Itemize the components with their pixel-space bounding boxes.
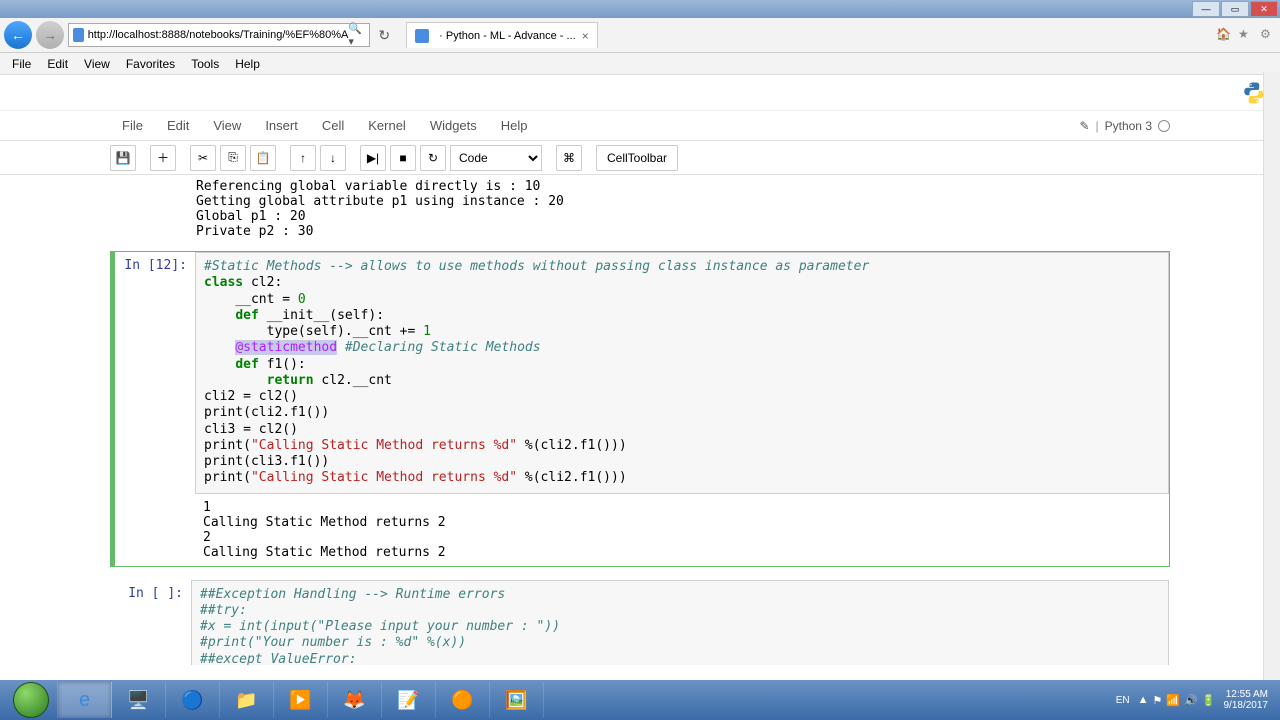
move-up-button[interactable]: ↑ — [290, 145, 316, 171]
page-icon — [73, 28, 84, 42]
menu-help[interactable]: Help — [227, 57, 268, 71]
nb-menu-insert[interactable]: Insert — [253, 118, 310, 133]
copy-button[interactable]: ⎘ — [220, 145, 246, 171]
browser-tab[interactable]: · Python - ML - Advance - ... × — [406, 22, 598, 48]
tray-lang[interactable]: EN — [1116, 695, 1130, 706]
vertical-scrollbar[interactable] — [1263, 72, 1280, 680]
nb-menu-edit[interactable]: Edit — [155, 118, 201, 133]
taskbar-jupyter[interactable]: 🟠 — [436, 682, 490, 718]
code-cell[interactable]: In [12]: #Static Methods --> allows to u… — [110, 251, 1170, 567]
cut-button[interactable]: ✂ — [190, 145, 216, 171]
taskbar-app[interactable]: 🖼️ — [490, 682, 544, 718]
command-palette-button[interactable]: ⌘ — [556, 145, 582, 171]
taskbar-mediaplayer[interactable]: ▶️ — [274, 682, 328, 718]
save-button[interactable]: 💾 — [110, 145, 136, 171]
taskbar-explorer[interactable]: 📁 — [220, 682, 274, 718]
taskbar-firefox[interactable]: 🦊 — [328, 682, 382, 718]
menu-view[interactable]: View — [76, 57, 118, 71]
celltype-select[interactable]: Code — [450, 145, 542, 171]
browser-nav-bar: ← → http://localhost:8888/notebooks/Trai… — [0, 18, 1280, 53]
close-button[interactable]: ✕ — [1250, 1, 1278, 17]
input-prompt: In [12]: — [115, 252, 195, 566]
notebook-header — [0, 75, 1280, 111]
move-down-button[interactable]: ↓ — [320, 145, 346, 171]
address-bar[interactable]: http://localhost:8888/notebooks/Training… — [68, 23, 370, 47]
kernel-indicator-icon — [1158, 120, 1170, 132]
tray-icons[interactable]: ▲ ⚑ 📶 🔊 🔋 — [1138, 694, 1216, 707]
code-input[interactable]: #Static Methods --> allows to use method… — [195, 252, 1169, 494]
home-icon[interactable]: 🏠 — [1216, 27, 1232, 43]
favorites-icon[interactable]: ★ — [1238, 27, 1254, 43]
menu-edit[interactable]: Edit — [39, 57, 76, 71]
start-button[interactable] — [4, 682, 58, 718]
taskbar-notes[interactable]: 📝 — [382, 682, 436, 718]
tray-up-icon[interactable]: ▲ — [1138, 694, 1149, 706]
windows-taskbar: e 🖥️ 🔵 📁 ▶️ 🦊 📝 🟠 🖼️ EN ▲ ⚑ 📶 🔊 🔋 12:55 … — [0, 680, 1280, 720]
taskbar-ie[interactable]: e — [58, 682, 112, 718]
cell-output: 1 Calling Static Method returns 2 2 Call… — [195, 494, 1169, 566]
run-button[interactable]: ▶| — [360, 145, 386, 171]
menu-tools[interactable]: Tools — [183, 57, 227, 71]
stop-button[interactable]: ■ — [390, 145, 416, 171]
taskbar-chrome[interactable]: 🔵 — [166, 682, 220, 718]
tools-icon[interactable]: ⚙ — [1260, 27, 1276, 43]
tray-volume-icon[interactable]: 🔊 — [1184, 694, 1198, 707]
tab-favicon — [415, 29, 429, 43]
menu-file[interactable]: File — [4, 57, 39, 71]
nb-menu-file[interactable]: File — [110, 118, 155, 133]
nb-menu-view[interactable]: View — [201, 118, 253, 133]
url-text: http://localhost:8888/notebooks/Training… — [88, 29, 349, 41]
input-prompt: In [ ]: — [111, 580, 191, 666]
minimize-button[interactable]: — — [1192, 1, 1220, 17]
tray-network-icon[interactable]: 📶 — [1166, 694, 1180, 707]
notebook-content[interactable]: Referencing global variable directly is … — [0, 175, 1280, 665]
prev-cell-output: Referencing global variable directly is … — [110, 175, 1170, 251]
tray-flag-icon[interactable]: ⚑ — [1153, 694, 1163, 707]
taskbar-monitor[interactable]: 🖥️ — [112, 682, 166, 718]
maximize-button[interactable]: ▭ — [1221, 1, 1249, 17]
tab-close-icon[interactable]: × — [582, 29, 589, 43]
edit-icon[interactable]: ✎ — [1079, 119, 1089, 133]
nb-menu-kernel[interactable]: Kernel — [356, 118, 418, 133]
forward-button[interactable]: → — [36, 21, 64, 49]
nb-menu-widgets[interactable]: Widgets — [418, 118, 489, 133]
code-input[interactable]: ##Exception Handling --> Runtime errors … — [191, 580, 1169, 666]
menu-favorites[interactable]: Favorites — [118, 57, 183, 71]
paste-button[interactable]: 📋 — [250, 145, 276, 171]
window-titlebar: — ▭ ✕ — [0, 0, 1280, 18]
notebook-toolbar: 💾 ＋ ✂ ⎘ 📋 ↑ ↓ ▶| ■ ↻ Code ⌘ CellToolbar — [0, 141, 1280, 175]
nb-menu-help[interactable]: Help — [489, 118, 540, 133]
add-cell-button[interactable]: ＋ — [150, 145, 176, 171]
nb-menu-cell[interactable]: Cell — [310, 118, 356, 133]
back-button[interactable]: ← — [4, 21, 32, 49]
notebook-menu-bar: File Edit View Insert Cell Kernel Widget… — [0, 111, 1280, 141]
tab-title: · Python - ML - Advance - ... — [439, 30, 576, 42]
tray-clock[interactable]: 12:55 AM 9/18/2017 — [1224, 689, 1269, 712]
celltoolbar-button[interactable]: CellToolbar — [596, 145, 678, 171]
search-dropdown-icon[interactable]: 🔍 ▾ — [348, 22, 365, 48]
refresh-button[interactable]: ↻ — [374, 27, 394, 44]
browser-menu-bar: File Edit View Favorites Tools Help — [0, 53, 1280, 75]
code-cell[interactable]: In [ ]: ##Exception Handling --> Runtime… — [110, 579, 1170, 666]
tray-battery-icon[interactable]: 🔋 — [1202, 694, 1216, 707]
restart-button[interactable]: ↻ — [420, 145, 446, 171]
kernel-name[interactable]: Python 3 — [1105, 119, 1152, 133]
